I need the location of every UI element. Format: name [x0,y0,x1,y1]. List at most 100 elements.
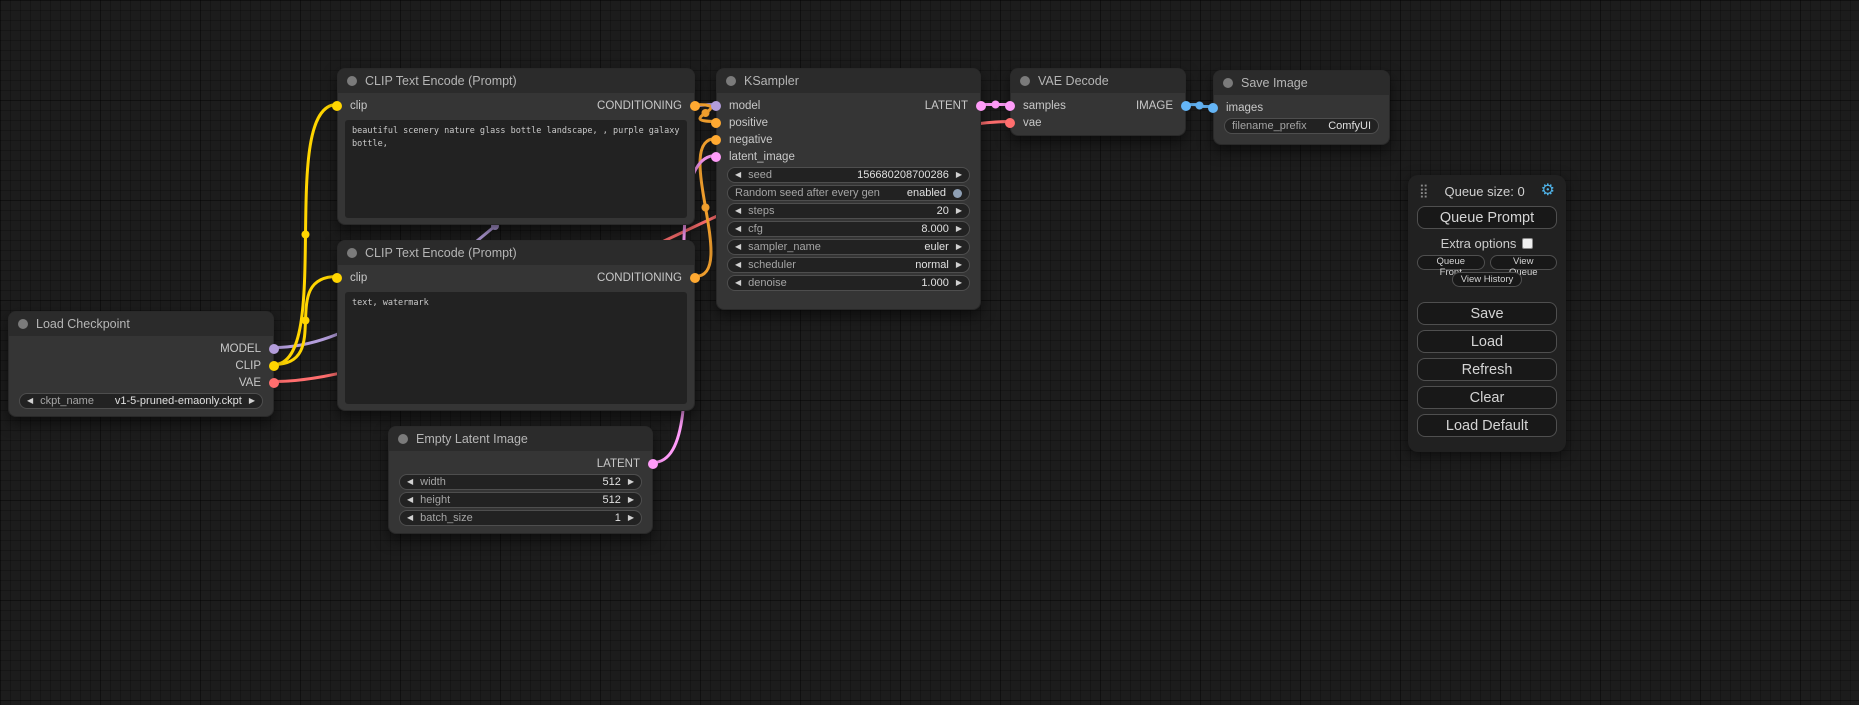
steps-widget[interactable]: ◀ steps 20 ▶ [727,203,970,219]
random-seed-toggle-widget[interactable]: Random seed after every gen enabled [727,185,970,201]
node-load-checkpoint[interactable]: Load Checkpoint MODEL CLIP VAE ◀ ckpt_na… [8,311,274,417]
node-empty-latent-image[interactable]: Empty Latent Image LATENT ◀ width 512 ▶ … [388,426,653,534]
node-title: Empty Latent Image [416,432,528,446]
node-clip-text-encode-negative[interactable]: CLIP Text Encode (Prompt) clip CONDITION… [337,240,695,411]
decrement-arrow-icon[interactable]: ◀ [735,261,741,269]
increment-arrow-icon[interactable]: ▶ [249,397,255,405]
graph-canvas[interactable]: { "colors": { "model": "#B39DDB", "clip"… [0,0,1859,705]
port-model-output[interactable] [269,344,279,354]
queue-panel-header: ⣿ Queue size: 0 ⚙ [1417,183,1557,201]
widget-label: cfg [748,223,763,235]
output-label: VAE [239,377,261,389]
prompt-textarea[interactable]: beautiful scenery nature glass bottle la… [345,120,687,218]
drag-handle-icon[interactable]: ⣿ [1419,183,1429,199]
node-titlebar[interactable]: CLIP Text Encode (Prompt) [338,241,694,265]
node-ksampler[interactable]: KSampler model LATENT positive negative … [716,68,981,310]
decrement-arrow-icon[interactable]: ◀ [407,478,413,486]
ckpt-name-widget[interactable]: ◀ ckpt_name v1-5-pruned-emaonly.ckpt ▶ [19,393,263,409]
node-titlebar[interactable]: Save Image [1214,71,1389,95]
port-vae-input[interactable] [1005,118,1015,128]
node-clip-text-encode-positive[interactable]: CLIP Text Encode (Prompt) clip CONDITION… [337,68,695,225]
port-latent-image-input[interactable] [711,152,721,162]
increment-arrow-icon[interactable]: ▶ [628,514,634,522]
widget-value: enabled [907,187,946,199]
collapse-dot[interactable] [398,434,408,444]
increment-arrow-icon[interactable]: ▶ [956,207,962,215]
clear-button[interactable]: Clear [1417,386,1557,409]
node-vae-decode[interactable]: VAE Decode samples IMAGE vae [1010,68,1186,136]
increment-arrow-icon[interactable]: ▶ [956,279,962,287]
view-history-button[interactable]: View History [1452,272,1523,287]
node-titlebar[interactable]: Empty Latent Image [389,427,652,451]
increment-arrow-icon[interactable]: ▶ [956,225,962,233]
node-titlebar[interactable]: CLIP Text Encode (Prompt) [338,69,694,93]
decrement-arrow-icon[interactable]: ◀ [407,514,413,522]
port-conditioning-output[interactable] [690,101,700,111]
toggle-dot[interactable] [953,189,962,198]
port-samples-input[interactable] [1005,101,1015,111]
port-image-output[interactable] [1181,101,1191,111]
load-default-button[interactable]: Load Default [1417,414,1557,437]
filename-prefix-widget[interactable]: filename_prefix ComfyUI [1224,118,1379,134]
decrement-arrow-icon[interactable]: ◀ [735,243,741,251]
queue-prompt-button[interactable]: Queue Prompt [1417,206,1557,229]
port-conditioning-output[interactable] [690,273,700,283]
node-titlebar[interactable]: Load Checkpoint [9,312,273,336]
node-titlebar[interactable]: VAE Decode [1011,69,1185,93]
view-queue-button[interactable]: View Queue [1490,255,1558,270]
load-button[interactable]: Load [1417,330,1557,353]
extra-options-checkbox[interactable] [1522,238,1533,249]
decrement-arrow-icon[interactable]: ◀ [735,171,741,179]
slot-row: negative [717,131,980,148]
slot-row: clip CONDITIONING [338,269,694,286]
decrement-arrow-icon[interactable]: ◀ [735,279,741,287]
port-vae-output[interactable] [269,378,279,388]
node-title: Load Checkpoint [36,317,130,331]
increment-arrow-icon[interactable]: ▶ [628,496,634,504]
increment-arrow-icon[interactable]: ▶ [956,243,962,251]
denoise-widget[interactable]: ◀ denoise 1.000 ▶ [727,275,970,291]
decrement-arrow-icon[interactable]: ◀ [407,496,413,504]
port-positive-input[interactable] [711,118,721,128]
output-label: CLIP [235,360,261,372]
seed-widget[interactable]: ◀ seed 156680208700286 ▶ [727,167,970,183]
collapse-dot[interactable] [18,319,28,329]
input-label: images [1226,102,1263,114]
collapse-dot[interactable] [1020,76,1030,86]
sampler-name-widget[interactable]: ◀ sampler_name euler ▶ [727,239,970,255]
collapse-dot[interactable] [1223,78,1233,88]
widget-label: height [420,494,450,506]
port-negative-input[interactable] [711,135,721,145]
increment-arrow-icon[interactable]: ▶ [628,478,634,486]
cfg-widget[interactable]: ◀ cfg 8.000 ▶ [727,221,970,237]
port-model-input[interactable] [711,101,721,111]
queue-front-button[interactable]: Queue Front [1417,255,1485,270]
settings-gear-icon[interactable]: ⚙ [1541,183,1555,199]
decrement-arrow-icon[interactable]: ◀ [735,225,741,233]
increment-arrow-icon[interactable]: ▶ [956,261,962,269]
prompt-textarea[interactable]: text, watermark [345,292,687,404]
extra-options-label: Extra options [1441,236,1517,251]
extra-options-row: Extra options [1417,236,1557,251]
save-button[interactable]: Save [1417,302,1557,325]
increment-arrow-icon[interactable]: ▶ [956,171,962,179]
port-clip-output[interactable] [269,361,279,371]
collapse-dot[interactable] [347,248,357,258]
width-widget[interactable]: ◀ width 512 ▶ [399,474,642,490]
port-latent-output[interactable] [648,459,658,469]
decrement-arrow-icon[interactable]: ◀ [735,207,741,215]
port-images-input[interactable] [1208,103,1218,113]
node-titlebar[interactable]: KSampler [717,69,980,93]
batch-size-widget[interactable]: ◀ batch_size 1 ▶ [399,510,642,526]
height-widget[interactable]: ◀ height 512 ▶ [399,492,642,508]
collapse-dot[interactable] [726,76,736,86]
port-latent-output[interactable] [976,101,986,111]
node-save-image[interactable]: Save Image images filename_prefix ComfyU… [1213,70,1390,145]
port-clip-input[interactable] [332,273,342,283]
decrement-arrow-icon[interactable]: ◀ [27,397,33,405]
collapse-dot[interactable] [347,76,357,86]
widget-value: 512 [602,476,620,488]
port-clip-input[interactable] [332,101,342,111]
scheduler-widget[interactable]: ◀ scheduler normal ▶ [727,257,970,273]
refresh-button[interactable]: Refresh [1417,358,1557,381]
